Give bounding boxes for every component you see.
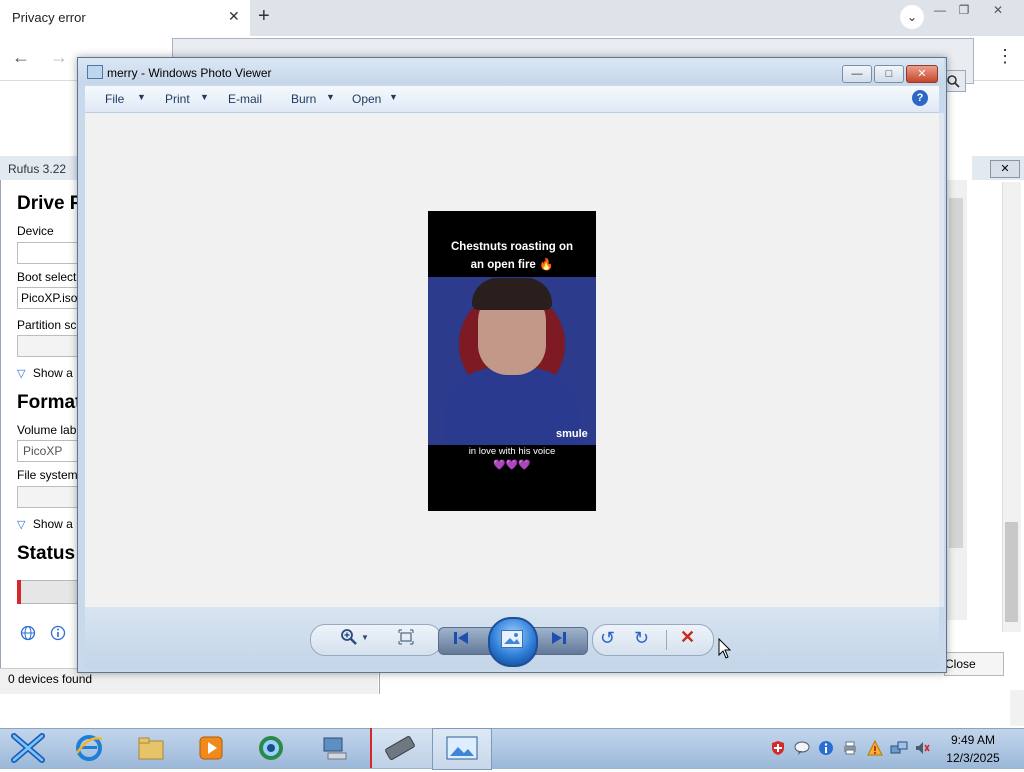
- show-advanced-drive-toggle[interactable]: ▽ Show a: [17, 366, 73, 380]
- device-dropdown[interactable]: [17, 242, 82, 264]
- delete-icon[interactable]: ✕: [680, 627, 695, 648]
- background-scrollbar[interactable]: [944, 180, 967, 620]
- computer-icon[interactable]: [320, 733, 350, 763]
- info-icon[interactable]: [50, 625, 66, 646]
- photo-caption-bottom: in love with his voice: [468, 446, 556, 457]
- photo-viewer-app-icon: [87, 65, 103, 79]
- zoom-icon[interactable]: [340, 628, 358, 651]
- open-dropdown-caret-icon[interactable]: ▼: [389, 92, 398, 102]
- burn-dropdown-caret-icon[interactable]: ▼: [326, 92, 335, 102]
- menu-email[interactable]: E-mail: [228, 92, 262, 106]
- rotate-clockwise-icon[interactable]: ↻: [634, 628, 649, 649]
- show-advanced-format-toggle[interactable]: ▽ Show a: [17, 517, 73, 531]
- volume-label-input[interactable]: PicoXP: [17, 440, 82, 462]
- browser-restore-button[interactable]: ❐: [952, 2, 976, 18]
- photo-hair: [472, 278, 552, 310]
- previous-icon[interactable]: [452, 630, 470, 650]
- rufus-status-text: 0 devices found: [8, 672, 93, 686]
- rufus-close-x-button[interactable]: ✕: [990, 160, 1020, 178]
- progress-indicator: [17, 580, 21, 604]
- smule-logo: smule: [556, 428, 588, 440]
- globe-app-icon[interactable]: [256, 733, 286, 763]
- view-controls-group: [310, 624, 442, 656]
- menu-open[interactable]: Open: [352, 92, 381, 106]
- network-icon[interactable]: [890, 740, 908, 759]
- rotate-counterclockwise-icon[interactable]: ↺: [600, 628, 615, 649]
- browser-menu-icon[interactable]: ⋮: [996, 46, 1014, 67]
- close-button-label: Close: [945, 657, 976, 671]
- file-system-label: File system: [17, 468, 78, 482]
- taskbar-rufus-button[interactable]: [370, 728, 432, 768]
- next-icon[interactable]: [550, 630, 568, 650]
- status-heading: Status: [17, 543, 76, 564]
- partition-scheme-dropdown[interactable]: [17, 335, 82, 357]
- purple-hearts: 💜💜💜: [493, 460, 531, 471]
- photo-viewer-minimize-button[interactable]: —: [842, 65, 872, 83]
- internet-explorer-icon[interactable]: [74, 733, 104, 763]
- rufus-close-button[interactable]: Close: [944, 652, 1004, 676]
- forward-arrow-icon[interactable]: →: [50, 47, 68, 68]
- volume-icon[interactable]: [914, 740, 930, 759]
- shield-icon[interactable]: [770, 740, 786, 759]
- boot-selection-label: Boot selecti: [17, 270, 80, 284]
- print-dropdown-caret-icon[interactable]: ▼: [200, 92, 209, 102]
- desktop-strip: [0, 694, 1024, 728]
- new-tab-icon[interactable]: +: [258, 5, 270, 28]
- photo-viewer-close-button[interactable]: ✕: [906, 65, 938, 83]
- page-scrollbar[interactable]: [1010, 690, 1024, 726]
- media-player-icon[interactable]: [196, 733, 226, 763]
- browser-tab-title: Privacy error: [12, 10, 86, 25]
- globe-icon[interactable]: [20, 625, 36, 646]
- boot-selection-dropdown[interactable]: PicoXP.iso: [17, 287, 82, 309]
- status-progress-bar: [17, 580, 82, 604]
- chevron-down-icon: ▽: [17, 368, 26, 380]
- photo-caption-top: Chestnuts roasting on an open fire 🔥: [440, 238, 584, 274]
- taskbar-photo-viewer-button[interactable]: [432, 728, 492, 770]
- photo-viewer-edge: [939, 113, 944, 607]
- clock-date[interactable]: 12/3/2025: [946, 751, 1000, 765]
- file-explorer-icon[interactable]: [136, 733, 166, 763]
- toolbar-divider: [666, 630, 667, 650]
- volume-label-label: Volume lab: [17, 423, 77, 437]
- format-options-heading: Format: [17, 392, 82, 413]
- printer-icon[interactable]: [842, 740, 858, 759]
- file-dropdown-caret-icon[interactable]: ▼: [137, 92, 146, 102]
- drive-properties-heading: Drive P: [17, 193, 83, 214]
- chevron-down-icon: ▽: [17, 519, 26, 531]
- chat-bubble-icon[interactable]: [794, 740, 810, 759]
- menu-burn[interactable]: Burn: [291, 92, 316, 106]
- tab-search-chevron-icon[interactable]: ⌄: [900, 5, 924, 29]
- photo-viewer-title: merry - Windows Photo Viewer: [107, 66, 272, 80]
- browser-close-button[interactable]: ✕: [986, 2, 1010, 18]
- tab-close-icon[interactable]: ✕: [228, 8, 240, 25]
- clock-time[interactable]: 9:49 AM: [950, 733, 996, 747]
- back-arrow-icon[interactable]: ←: [12, 47, 30, 68]
- rufus-title: Rufus 3.22: [8, 162, 67, 176]
- partition-scheme-label: Partition sc: [17, 318, 77, 332]
- show-advanced-format-label: Show a: [32, 517, 73, 531]
- mouse-cursor-icon: [718, 637, 732, 663]
- info-icon[interactable]: [818, 740, 834, 759]
- help-icon[interactable]: ?: [912, 90, 928, 106]
- zoom-dropdown-caret-icon[interactable]: ▼: [361, 633, 369, 642]
- slideshow-icon: [501, 630, 523, 648]
- menu-print[interactable]: Print: [165, 92, 190, 106]
- device-label: Device: [17, 224, 54, 238]
- rufus-scrollbar[interactable]: [1002, 182, 1021, 632]
- browser-minimize-button[interactable]: —: [928, 2, 952, 18]
- file-system-dropdown[interactable]: [17, 486, 82, 508]
- photo-viewer-maximize-button[interactable]: □: [874, 65, 904, 83]
- menu-file[interactable]: File: [105, 92, 124, 106]
- actual-size-icon[interactable]: [398, 629, 414, 649]
- photo-caption-line-1: Chestnuts roasting on: [450, 241, 574, 253]
- photo-caption-line-2: an open fire 🔥: [470, 259, 554, 271]
- start-button[interactable]: [0, 728, 56, 768]
- show-advanced-drive-label: Show a: [32, 366, 73, 380]
- security-center-icon[interactable]: [866, 739, 884, 759]
- photo-viewer-menubar: [85, 86, 939, 113]
